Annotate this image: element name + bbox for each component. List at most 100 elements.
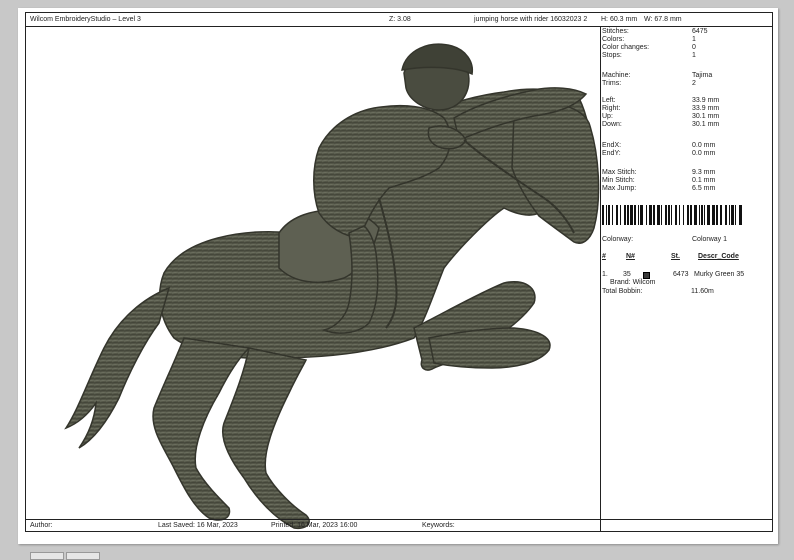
stitches-label: Stitches:: [602, 28, 629, 35]
keywords-label: Keywords:: [422, 522, 455, 529]
color-changes-label: Color changes:: [602, 44, 650, 51]
endy-value: 0.0 mm: [692, 150, 716, 157]
footer-divider: [26, 519, 772, 520]
barcode-bar: [657, 205, 660, 225]
thread-color-swatch: [643, 272, 650, 279]
color-changes-value: 0: [692, 44, 696, 51]
barcode-bar: [602, 205, 604, 225]
min-stitch-value: 0.1 mm: [692, 177, 716, 184]
barcode: [602, 205, 742, 225]
barcode-bar: [627, 205, 629, 225]
barcode-bar: [620, 205, 621, 225]
info-panel-divider: [600, 27, 601, 531]
max-stitch-value: 9.3 mm: [692, 169, 716, 176]
barcode-bar: [720, 205, 722, 225]
thread-col-num: #: [602, 253, 606, 260]
barcode-bar: [624, 205, 626, 225]
thread-row-num: 1.: [602, 271, 608, 278]
thread-row-descr: Murky Green 35: [694, 271, 745, 278]
bottom-tabs: [30, 552, 100, 560]
stops-label: Stops:: [602, 52, 622, 59]
barcode-bar: [701, 205, 703, 225]
machine-label: Machine:: [602, 72, 631, 79]
max-jump-label: Max Jump:: [602, 185, 637, 192]
barcode-bar: [653, 205, 655, 225]
min-stitch-label: Min Stitch:: [602, 177, 635, 184]
max-jump-value: 6.5 mm: [692, 185, 716, 192]
barcode-bar: [665, 205, 667, 225]
app-title: Wilcom EmbroideryStudio – Level 3: [30, 16, 141, 23]
barcode-bar: [729, 205, 730, 225]
barcode-bar: [712, 205, 715, 225]
barcode-bar: [661, 205, 662, 225]
barcode-bar: [608, 205, 610, 225]
barcode-bar: [675, 205, 677, 225]
barcode-bar: [616, 205, 618, 225]
stops-value: 1: [692, 52, 696, 59]
barcode-bar: [630, 205, 633, 225]
barcode-bar: [731, 205, 734, 225]
barcode-bar: [671, 205, 672, 225]
up-value: 30.1 mm: [692, 113, 720, 120]
zoom-level: Z: 3.08: [389, 16, 411, 23]
up-label: Up:: [602, 113, 613, 120]
barcode-bar: [694, 205, 697, 225]
thread-col-n: N#: [626, 253, 635, 260]
barcode-bar: [683, 205, 684, 225]
barcode-bar: [606, 205, 607, 225]
barcode-bar: [687, 205, 689, 225]
barcode-bar: [707, 205, 710, 225]
barcode-bar: [699, 205, 700, 225]
trims-label: Trims:: [602, 80, 622, 87]
barcode-bar: [679, 205, 680, 225]
design-height: H: 60.3 mm: [601, 16, 638, 23]
barcode-bar: [612, 205, 613, 225]
barcode-bar: [704, 205, 705, 225]
left-value: 33.9 mm: [692, 97, 720, 104]
barcode-bar: [640, 205, 643, 225]
total-bobbin-value: 11.60m: [691, 288, 714, 295]
colors-value: 1: [692, 36, 696, 43]
right-label: Right:: [602, 105, 621, 112]
stitches-value: 6475: [692, 28, 708, 35]
endx-label: EndX:: [602, 142, 622, 149]
colorway-value: Colorway 1: [692, 236, 728, 243]
header-divider: [26, 26, 772, 27]
down-value: 30.1 mm: [692, 121, 720, 128]
barcode-bar: [646, 205, 647, 225]
left-label: Left:: [602, 97, 616, 104]
down-label: Down:: [602, 121, 622, 128]
design-width: W: 67.8 mm: [644, 16, 682, 23]
colors-label: Colors:: [602, 36, 625, 43]
printed-date: Printed: 16 Mar, 2023 16:00: [271, 522, 358, 529]
thread-row-n: 35: [623, 271, 631, 278]
right-value: 33.9 mm: [692, 105, 720, 112]
barcode-bar: [638, 205, 639, 225]
barcode-bar: [690, 205, 692, 225]
colorway-label: Colorway:: [602, 236, 634, 243]
worksheet-frame: Wilcom EmbroideryStudio – Level 3 Z: 3.0…: [25, 12, 773, 532]
barcode-bar: [739, 205, 742, 225]
barcode-bar: [716, 205, 718, 225]
thread-row-st: 6473: [673, 271, 689, 278]
barcode-bar: [725, 205, 727, 225]
trims-value: 2: [692, 80, 696, 87]
last-saved: Last Saved: 16 Mar, 2023: [158, 522, 238, 529]
design-name: jumping horse with rider 16032023 2: [474, 16, 588, 23]
machine-value: Tajima: [692, 72, 713, 79]
bottom-tab-2[interactable]: [66, 552, 100, 560]
barcode-bar: [668, 205, 670, 225]
thread-col-descr: Descr_Code: [698, 253, 739, 260]
print-preview-sheet: Wilcom EmbroideryStudio – Level 3 Z: 3.0…: [18, 8, 778, 544]
thread-col-st: St.: [671, 253, 680, 260]
embroidery-design-preview: [64, 43, 600, 530]
endx-value: 0.0 mm: [692, 142, 716, 149]
max-stitch-label: Max Stitch:: [602, 169, 637, 176]
thread-row-brand: Brand: Wilcom: [610, 279, 656, 286]
barcode-bar: [735, 205, 736, 225]
barcode-bar: [649, 205, 652, 225]
total-bobbin-label: Total Bobbin:: [602, 288, 643, 295]
barcode-bar: [634, 205, 636, 225]
author-label: Author:: [30, 522, 53, 529]
bottom-tab-1[interactable]: [30, 552, 64, 560]
